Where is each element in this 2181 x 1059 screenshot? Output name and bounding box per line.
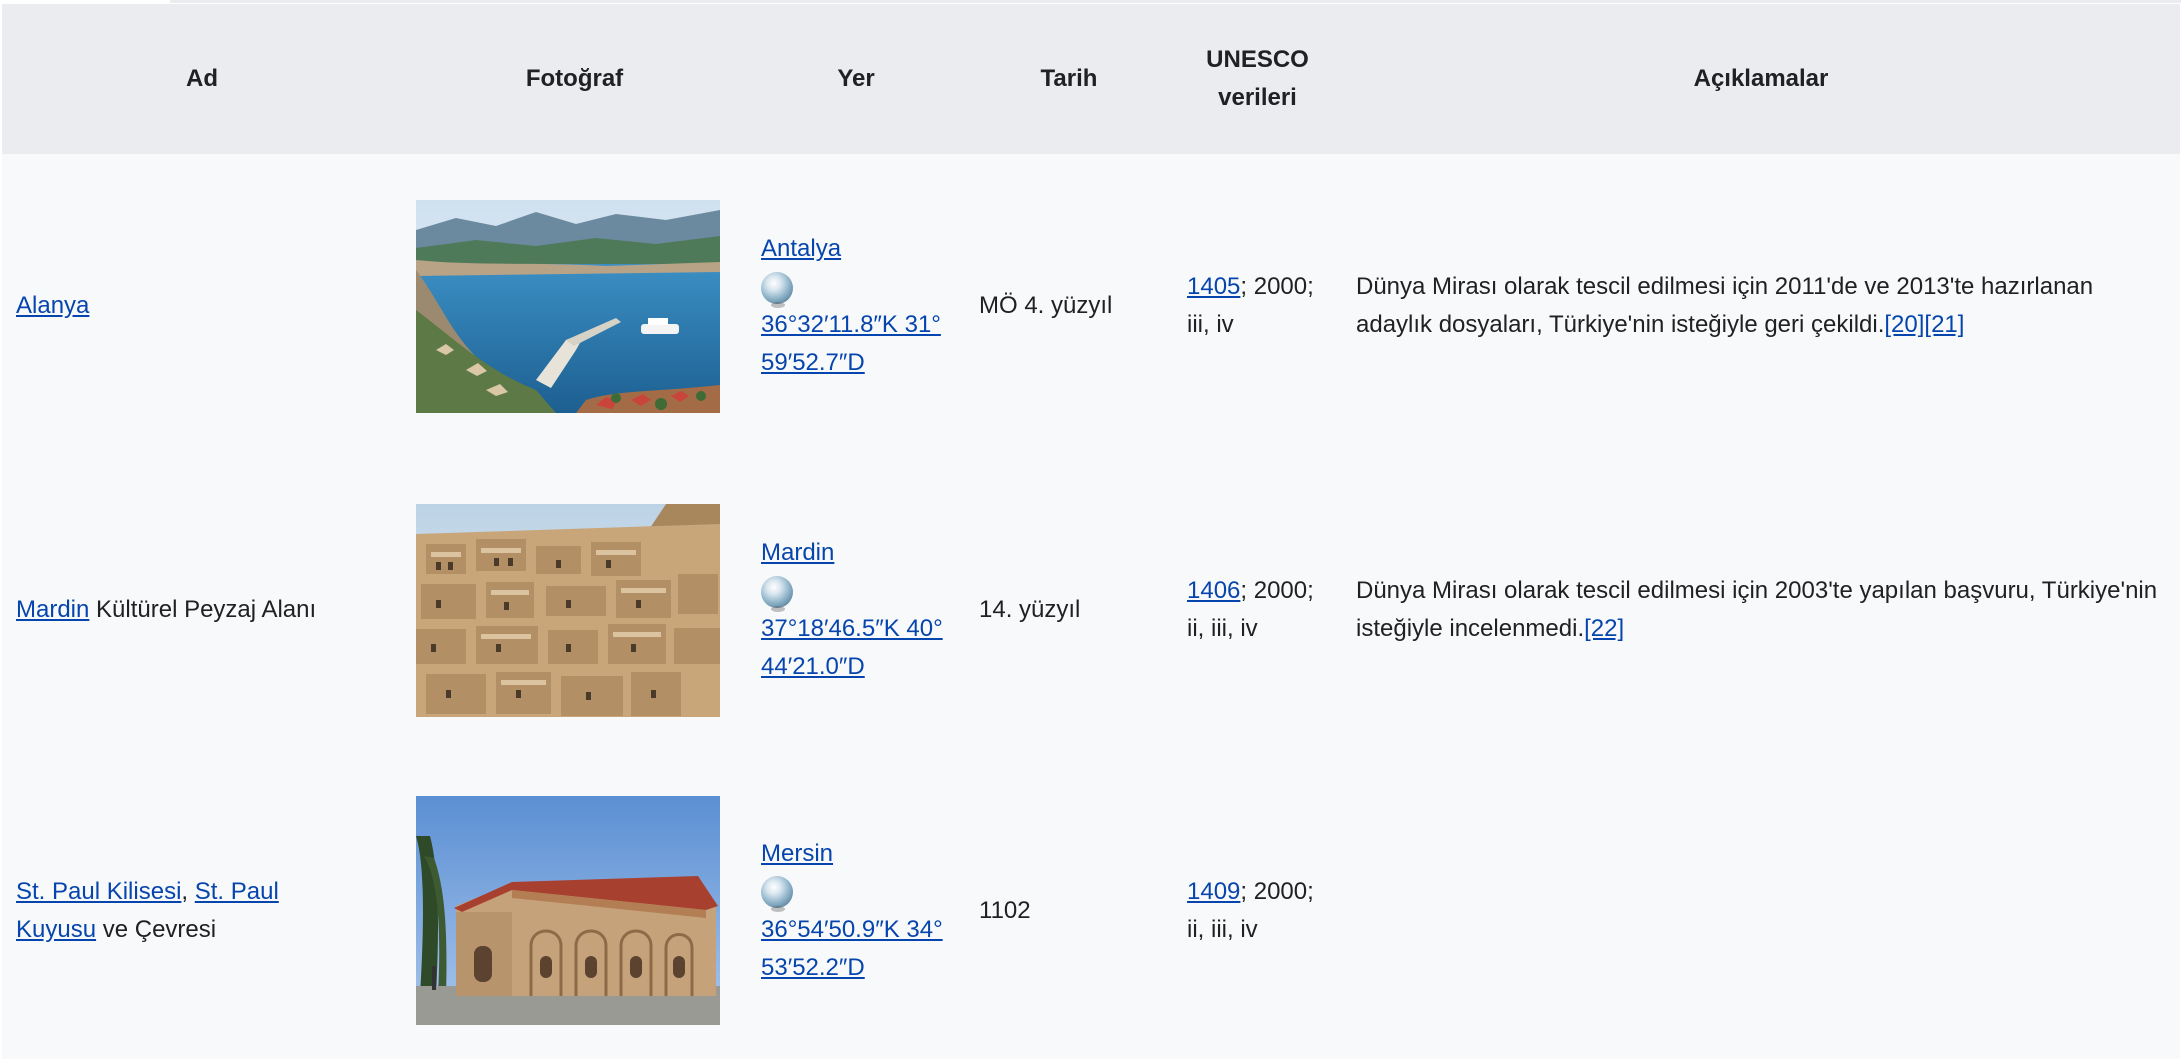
coordinates-line1: 36°32′11.8″K 31°	[761, 311, 941, 338]
header-tarih[interactable]: Tarih	[965, 4, 1173, 154]
coordinates-link[interactable]: 37°18′46.5″K 40° 44′21.0″D	[761, 615, 943, 680]
photo-cell	[402, 458, 747, 762]
site-name-separator: ,	[181, 877, 195, 905]
page: Ad Fotoğraf Yer Tarih UNESCO verileri Aç…	[0, 0, 2181, 1059]
globe-icon[interactable]	[761, 876, 793, 913]
notes-text: Dünya Mirası olarak tescil edilmesi için…	[1356, 273, 2094, 338]
header-ad-label: Ad	[186, 65, 218, 92]
header-ad[interactable]: Ad	[2, 4, 402, 154]
coordinates-line1: 37°18′46.5″K 40°	[761, 615, 943, 642]
unesco-criteria: iii, iv	[1187, 311, 1234, 338]
unesco-criteria: ii, iii, iv	[1187, 615, 1258, 642]
site-name-link[interactable]: Alanya	[16, 292, 89, 319]
coordinates-line2: 53′52.2″D	[761, 953, 865, 981]
site-name-link[interactable]: Mardin	[16, 596, 89, 623]
header-unesco-label-line2: verileri	[1218, 84, 1297, 111]
notes-cell: Dünya Mirası olarak tescil edilmesi için…	[1342, 154, 2180, 458]
site-name-suffix: Kültürel Peyzaj Alanı	[89, 596, 317, 623]
heritage-sites-table: Ad Fotoğraf Yer Tarih UNESCO verileri Aç…	[2, 4, 2180, 1059]
unesco-cell: 1406; 2000; ii, iii, iv	[1173, 458, 1342, 762]
site-name-cell: Alanya	[2, 154, 402, 458]
header-yer-label: Yer	[837, 65, 875, 92]
location-cell: Antalya 36°32′11.8″K 31° 59′52.7″D	[747, 154, 965, 458]
coordinates-line2: 59′52.7″D	[761, 349, 865, 376]
coordinates-line2: 44′21.0″D	[761, 653, 865, 680]
header-fotograf: Fotoğraf	[402, 4, 747, 154]
unesco-cell: 1409; 2000; ii, iii, iv	[1173, 762, 1342, 1059]
reference-link[interactable]: [22]	[1584, 615, 1624, 642]
unesco-id-link[interactable]: 1409	[1187, 878, 1240, 905]
notes-cell	[1342, 762, 2180, 1059]
header-tarih-label: Tarih	[1040, 65, 1098, 92]
header-aciklamalar: Açıklamalar	[1342, 4, 2180, 154]
site-name-cell: St. Paul Kilisesi, St. Paul Kuyusu ve Çev…	[2, 762, 402, 1059]
date-text: MÖ 4. yüzyıl	[979, 292, 1113, 319]
mardin-old-town-photo[interactable]	[416, 503, 720, 717]
city-link[interactable]: Mardin	[761, 539, 834, 566]
alanya-harbor-photo[interactable]	[416, 199, 720, 413]
photo-cell	[402, 154, 747, 458]
coordinates-link[interactable]: 36°54′50.9″K 34° 53′52.2″D	[761, 916, 943, 981]
site-name-cell: Mardin Kültürel Peyzaj Alanı	[2, 458, 402, 762]
unesco-cell: 1405; 2000; iii, iv	[1173, 154, 1342, 458]
city-link[interactable]: Mersin	[761, 840, 833, 867]
coordinates-link[interactable]: 36°32′11.8″K 31° 59′52.7″D	[761, 311, 941, 376]
coordinates-line1: 36°54′50.9″K 34°	[761, 915, 943, 943]
table-row: Alanya Antalya 36°32′11.8″K 31° 59′52.7″…	[2, 154, 2180, 458]
unesco-year: ; 2000;	[1240, 577, 1314, 604]
date-text: 14. yüzyıl	[979, 596, 1081, 623]
top-divider	[170, 0, 2181, 3]
unesco-year: ; 2000;	[1240, 877, 1314, 905]
location-cell: Mardin 37°18′46.5″K 40° 44′21.0″D	[747, 458, 965, 762]
header-unesco[interactable]: UNESCO verileri	[1173, 4, 1342, 154]
globe-icon[interactable]	[761, 575, 793, 612]
table-header-row: Ad Fotoğraf Yer Tarih UNESCO verileri Aç…	[2, 4, 2180, 154]
site-name-link-2-line2: Kuyusu	[16, 915, 97, 943]
date-text: 1102	[979, 896, 1031, 924]
header-aciklamalar-label: Açıklamalar	[1693, 65, 1829, 92]
unesco-id-link[interactable]: 1406	[1187, 577, 1240, 604]
city-link[interactable]: Antalya	[761, 235, 841, 262]
date-cell: 14. yüzyıl	[965, 458, 1173, 762]
header-unesco-label-line1: UNESCO	[1206, 46, 1309, 73]
location-cell: Mersin 36°54′50.9″K 34° 53′52.2″D	[747, 762, 965, 1059]
notes-cell: Dünya Mirası olarak tescil edilmesi için…	[1342, 458, 2180, 762]
st-paul-church-photo[interactable]	[416, 796, 720, 1025]
header-fotograf-label: Fotoğraf	[525, 65, 624, 92]
reference-link[interactable]: [21]	[1924, 311, 1964, 338]
globe-icon[interactable]	[761, 271, 793, 308]
site-name-link[interactable]: St. Paul Kilisesi	[16, 878, 181, 905]
unesco-year: ; 2000;	[1240, 273, 1314, 300]
unesco-criteria: ii, iii, iv	[1187, 915, 1258, 943]
reference-link[interactable]: [20]	[1884, 311, 1924, 338]
table-row: St. Paul Kilisesi, St. Paul Kuyusu ve Çev…	[2, 762, 2180, 1059]
site-name-suffix: ve Çevresi	[96, 915, 217, 943]
notes-text: Dünya Mirası olarak tescil edilmesi için…	[1356, 577, 2158, 642]
unesco-id-link[interactable]: 1405	[1187, 273, 1240, 300]
header-yer[interactable]: Yer	[747, 4, 965, 154]
site-name-link-2-line1: St. Paul	[194, 877, 279, 905]
date-cell: 1102	[965, 762, 1173, 1059]
table-row: Mardin Kültürel Peyzaj Alanı Mardin 37°1…	[2, 458, 2180, 762]
date-cell: MÖ 4. yüzyıl	[965, 154, 1173, 458]
photo-cell	[402, 762, 747, 1059]
